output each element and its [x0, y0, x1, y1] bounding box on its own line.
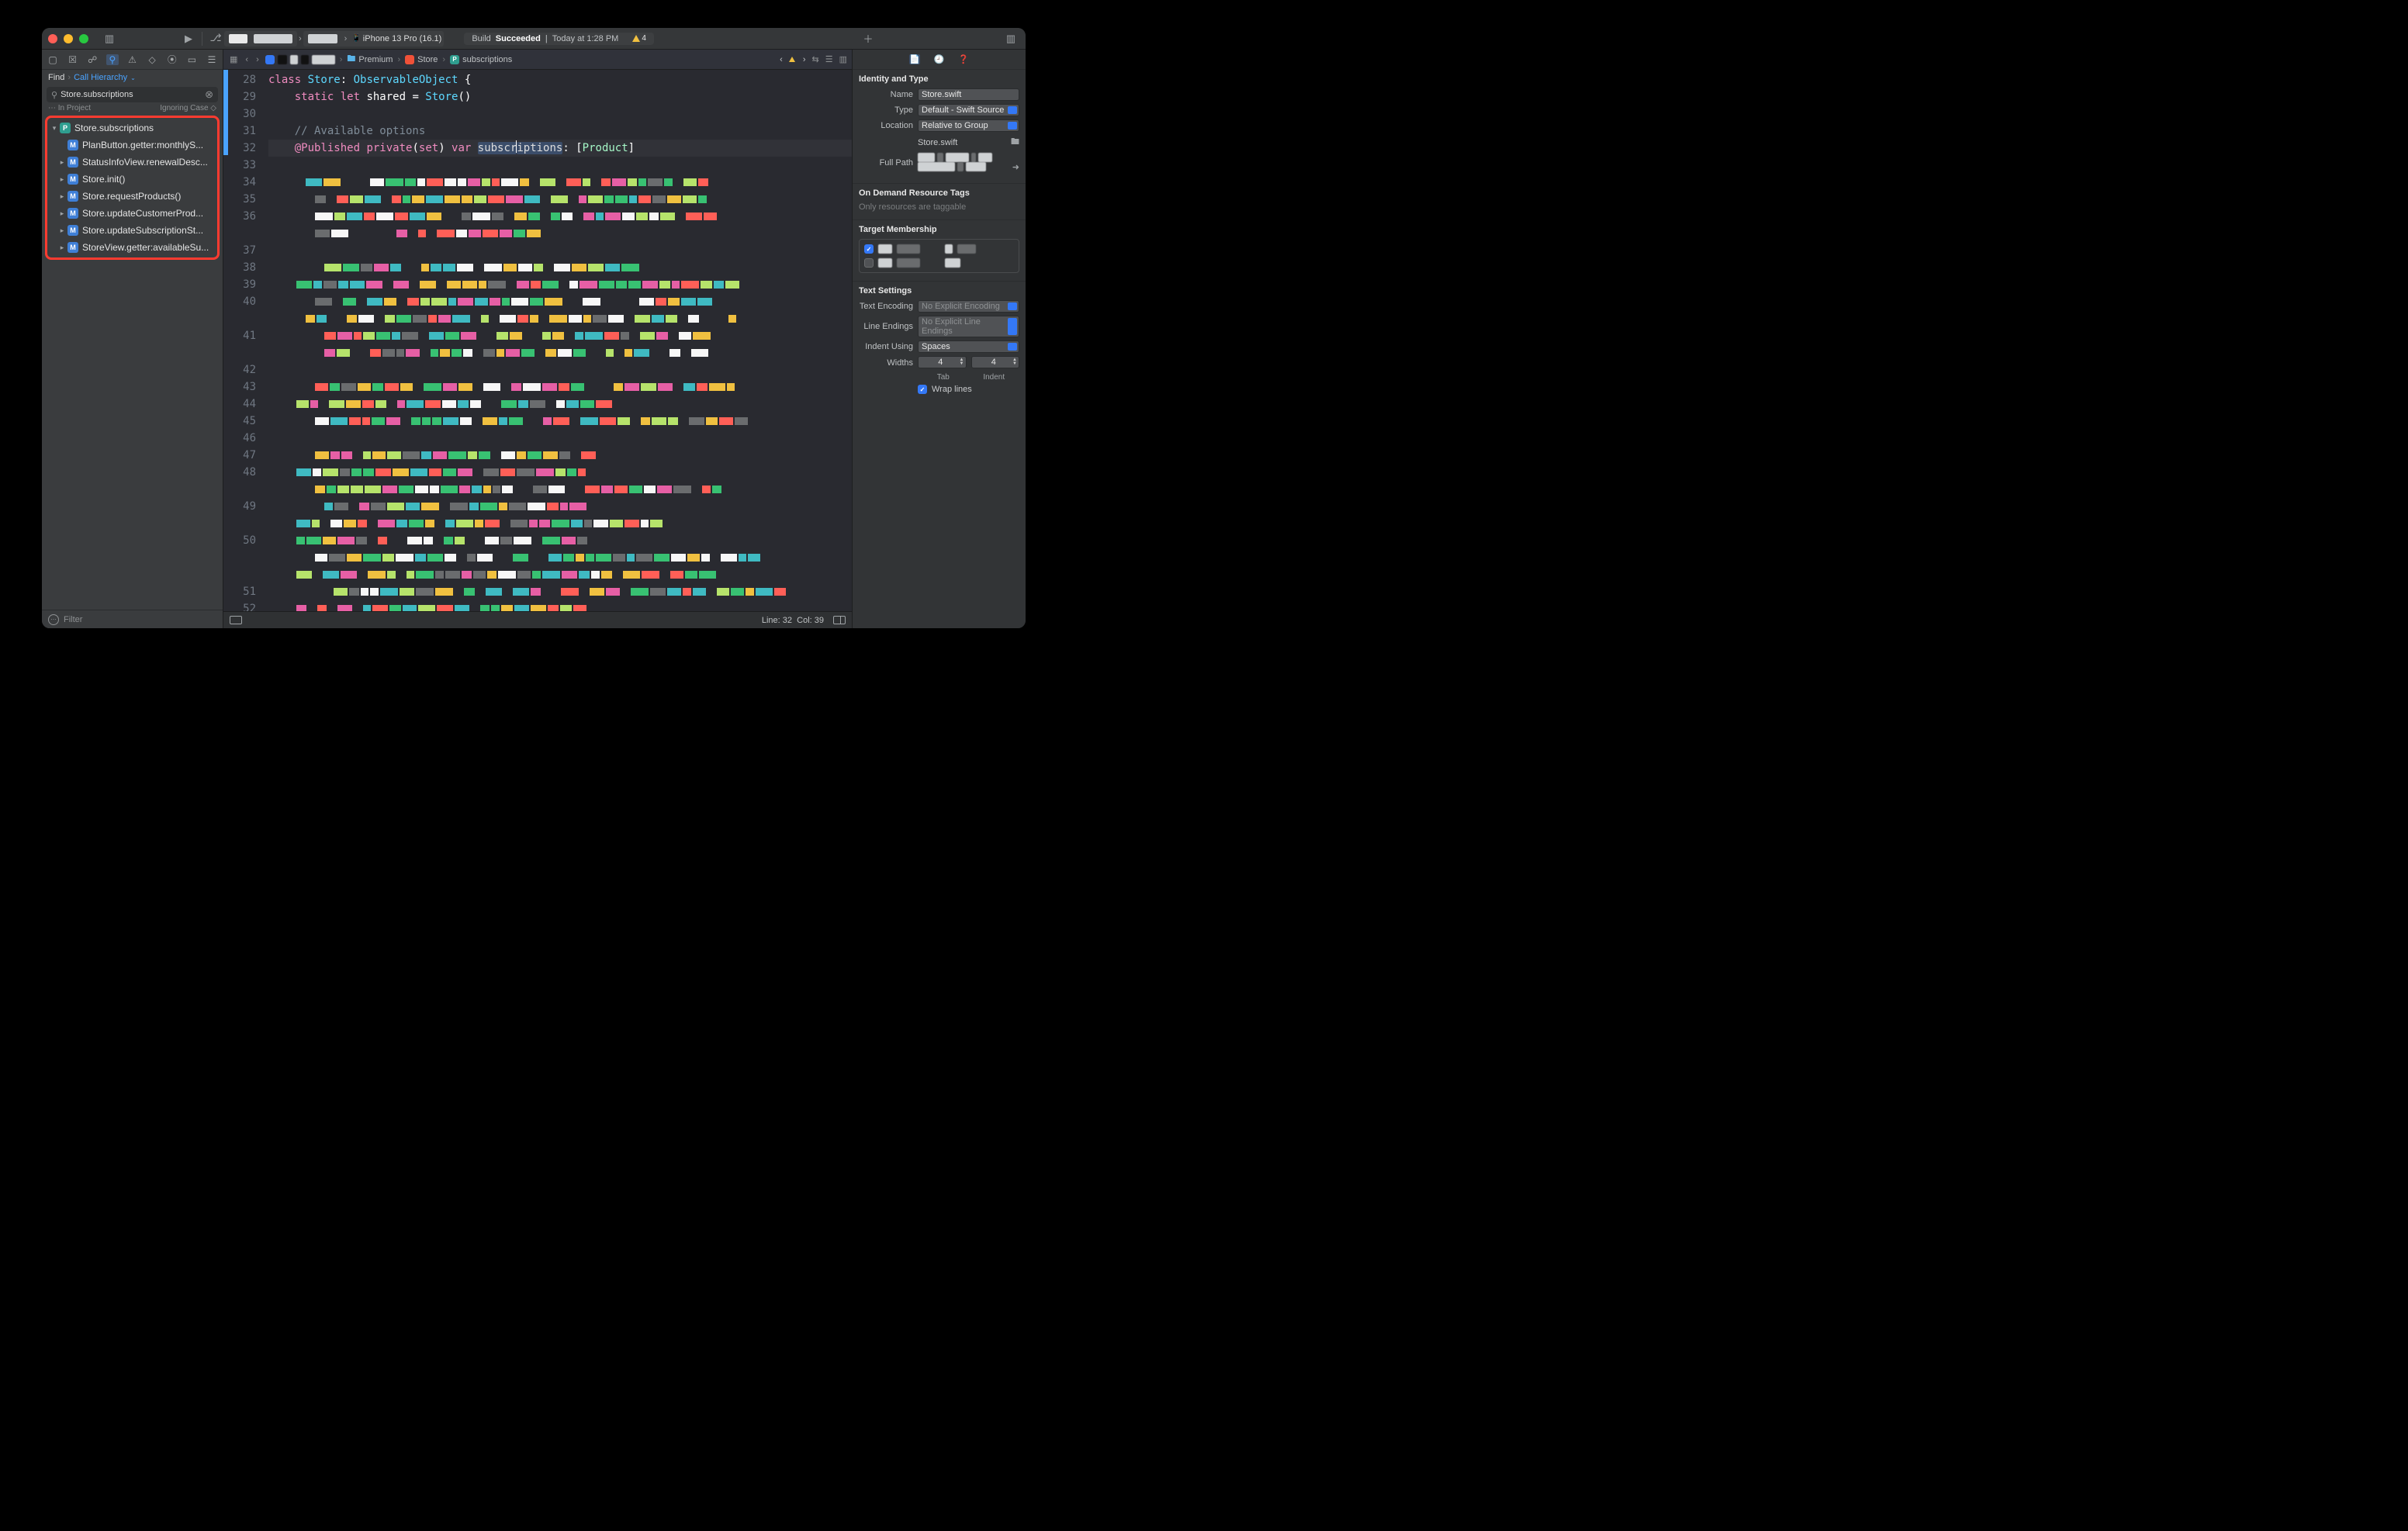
result-root[interactable]: ▾P Store.subscriptions [47, 119, 217, 137]
search-scope[interactable]: ⋯ In Project [48, 104, 91, 112]
canvas-icon[interactable] [833, 616, 846, 624]
fullscreen-icon[interactable] [79, 34, 88, 43]
warning-badge[interactable]: 4 [632, 34, 646, 43]
text-settings-title: Text Settings [859, 286, 1019, 295]
source-control-nav-icon[interactable]: ☒ [67, 54, 79, 65]
line-endings-select[interactable]: No Explicit Line Endings [918, 316, 1019, 337]
target-checkbox[interactable] [864, 258, 874, 268]
forward-button[interactable]: › [254, 55, 261, 64]
navigator-panel: ▢ ☒ ☍ ⚲ ⚠ ◇ ⦿ ▭ ☰ Find › Call Hierarchy … [42, 50, 223, 628]
result-row[interactable]: ▸MStoreView.getter:availableSu... [47, 239, 217, 256]
result-row[interactable]: ▸MStore.requestProducts() [47, 188, 217, 205]
editor-footer: Line: 32 Col: 39 [223, 611, 852, 628]
indent-width-stepper[interactable]: 4 ▲▼ [971, 356, 1020, 368]
symbol-nav-icon[interactable]: ☍ [86, 54, 99, 65]
project-icon [265, 55, 275, 64]
editor-layout-icon[interactable]: ▥ [839, 54, 847, 64]
jump-prev-issue[interactable]: ‹ [780, 55, 783, 64]
mini-warning-icon[interactable] [789, 55, 797, 64]
arrows-icon[interactable]: ⇆ [812, 54, 819, 64]
destination-label: iPhone 13 Pro (16.1) [363, 34, 442, 43]
odr-title: On Demand Resource Tags [859, 188, 1019, 198]
toggle-navigator-icon[interactable]: ▥ [101, 32, 118, 46]
close-icon[interactable] [48, 34, 57, 43]
swift-file-icon [405, 55, 414, 64]
cursor-line: Line: 32 [762, 616, 792, 625]
library-icon[interactable]: ▥ [1002, 32, 1019, 46]
identity-title: Identity and Type [859, 74, 1019, 84]
find-scope-label[interactable]: Find [48, 73, 64, 82]
issue-nav-icon[interactable]: ⚠ [126, 54, 139, 65]
wrap-lines-checkbox[interactable]: ✓ [918, 385, 927, 394]
file-relative-path: Store.swift [918, 138, 957, 147]
minimize-icon[interactable] [64, 34, 73, 43]
jump-file[interactable]: Store [417, 55, 438, 64]
result-row[interactable]: ▸MStore.init() [47, 171, 217, 188]
minimap-icon[interactable]: ☰ [825, 54, 833, 64]
result-row[interactable]: ▸MStore.updateSubscriptionSt... [47, 222, 217, 239]
clear-icon[interactable]: ⊗ [205, 88, 213, 101]
search-case[interactable]: Ignoring Case ◇ [160, 104, 216, 112]
reveal-in-finder-icon[interactable]: ➜ [1012, 162, 1019, 172]
result-row[interactable]: ▸MStore.updateCustomerProd... [47, 205, 217, 222]
search-icon: ⚲ [51, 90, 57, 100]
encoding-select[interactable]: No Explicit Encoding [918, 300, 1019, 313]
folder-icon: 🖿 [347, 52, 355, 67]
property-icon: P [450, 55, 459, 64]
related-items-icon[interactable]: ▦ [228, 54, 239, 64]
line-gutter[interactable]: 2829303132333435363738394041424344454647… [223, 70, 264, 611]
tab-width-stepper[interactable]: 4 ▲▼ [918, 356, 967, 368]
indent-using-select[interactable]: Spaces [918, 340, 1019, 353]
jump-next-issue[interactable]: › [803, 55, 806, 64]
folder-chooser-icon[interactable]: 🖿 [1011, 135, 1019, 150]
odr-placeholder: Only resources are taggable [859, 202, 1019, 212]
test-nav-icon[interactable]: ◇ [146, 54, 158, 65]
source-editor: ▦ ‹ › › 🖿 Premium › Store › P subscripti… [223, 50, 852, 628]
inspector-tabs[interactable]: 📄 🕘 ❓ [853, 50, 1026, 70]
jump-bar: ▦ ‹ › › 🖿 Premium › Store › P subscripti… [223, 50, 852, 70]
breakpoint-nav-icon[interactable]: ▭ [185, 54, 198, 65]
navigator-tabs[interactable]: ▢ ☒ ☍ ⚲ ⚠ ◇ ⦿ ▭ ☰ [42, 50, 223, 70]
file-location-select[interactable]: Relative to Group [918, 119, 1019, 132]
search-input[interactable]: ⚲ Store.subscriptions ⊗ [47, 87, 218, 102]
destination-selector[interactable]: › 📱 iPhone 13 Pro (16.1) [303, 31, 445, 47]
add-tab-icon[interactable]: ＋ [860, 32, 877, 46]
target-checkbox[interactable]: ✓ [864, 244, 874, 254]
window-controls [48, 34, 88, 43]
result-row[interactable]: MPlanButton.getter:monthlyS... [47, 137, 217, 154]
titlebar: ▥ ▶ ⎇ › › 📱 iPhone 13 Pro (16.1) Build S… [42, 28, 1026, 50]
call-hierarchy-results: ▾P Store.subscriptions MPlanButton.gette… [45, 116, 220, 260]
report-nav-icon[interactable]: ☰ [206, 54, 218, 65]
git-branch-icon[interactable]: ⎇ [207, 32, 224, 46]
activity-status[interactable]: Build Succeeded | Today at 1:28 PM 4 [464, 33, 654, 45]
code-content[interactable]: class Store: ObservableObject { static l… [264, 70, 852, 611]
jump-folder[interactable]: Premium [358, 55, 393, 64]
history-inspector-icon[interactable]: 🕘 [934, 54, 945, 64]
find-mode-label[interactable]: Call Hierarchy [74, 73, 127, 82]
filter-icon: ⋯ [48, 614, 59, 625]
target-title: Target Membership [859, 225, 1019, 234]
find-nav-icon[interactable]: ⚲ [106, 54, 119, 65]
jump-symbol[interactable]: subscriptions [462, 55, 512, 64]
file-name-field[interactable]: Store.swift [918, 88, 1019, 101]
back-button[interactable]: ‹ [244, 55, 250, 64]
file-type-select[interactable]: Default - Swift Source [918, 104, 1019, 116]
file-inspector-icon[interactable]: 📄 [909, 54, 920, 64]
search-text: Store.subscriptions [61, 90, 133, 99]
run-button[interactable]: ▶ [180, 32, 197, 46]
result-row[interactable]: ▸MStatusInfoView.renewalDesc... [47, 154, 217, 171]
scheme-selector[interactable] [224, 31, 297, 47]
project-nav-icon[interactable]: ▢ [47, 54, 59, 65]
navigator-filter[interactable]: ⋯ Filter [42, 610, 223, 628]
debug-nav-icon[interactable]: ⦿ [166, 53, 178, 66]
inspector-panel: 📄 🕘 ❓ Identity and Type Name Store.swift… [852, 50, 1026, 628]
help-inspector-icon[interactable]: ❓ [958, 54, 969, 64]
cursor-col: Col: 39 [797, 616, 824, 625]
wrap-lines-label: Wrap lines [932, 385, 972, 394]
debug-area-icon[interactable] [230, 616, 242, 624]
